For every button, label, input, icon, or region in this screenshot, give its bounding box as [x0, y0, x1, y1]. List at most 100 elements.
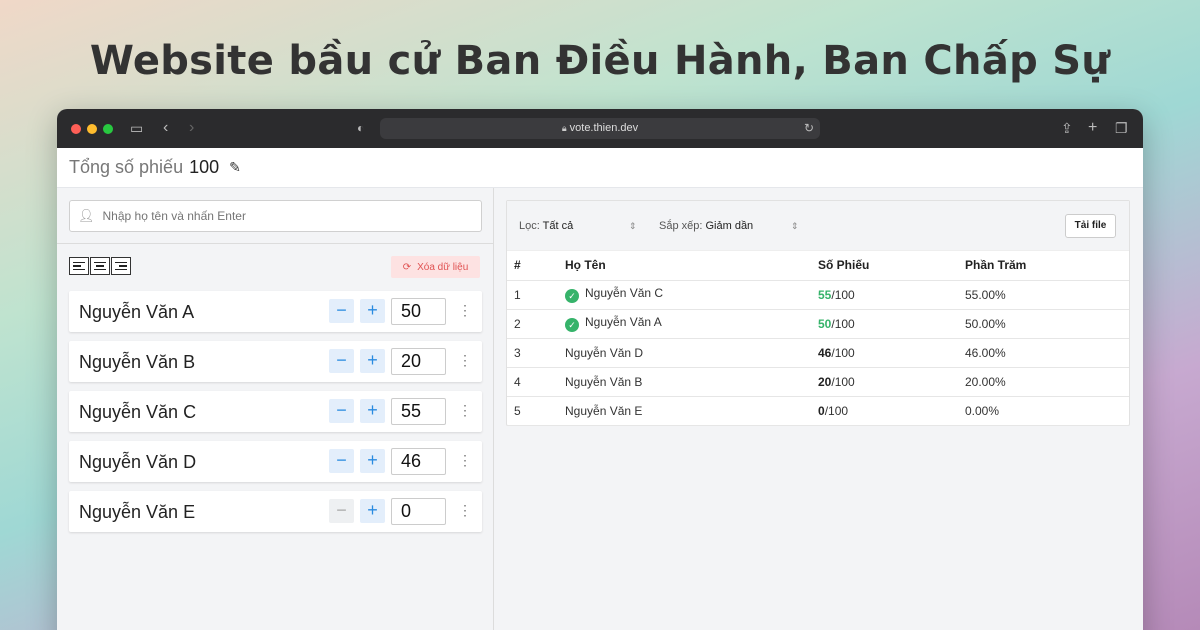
- more-options-icon[interactable]: ⋮: [458, 500, 472, 520]
- back-icon[interactable]: ‹: [163, 120, 168, 136]
- more-options-icon[interactable]: ⋮: [458, 300, 472, 320]
- candidate-row: Nguyễn Văn E − + 0 ⋮: [69, 491, 482, 532]
- total-votes-bar: Tổng số phiếu 100 ✎: [57, 148, 1143, 188]
- vote-count-input[interactable]: 50: [391, 298, 446, 325]
- vote-count: 50: [818, 316, 832, 331]
- vote-count-input[interactable]: 20: [391, 348, 446, 375]
- close-window-button[interactable]: [71, 124, 81, 134]
- page-headline: Website bầu cử Ban Điều Hành, Ban Chấp S…: [89, 38, 1111, 84]
- download-file-button[interactable]: Tải file: [1065, 214, 1116, 238]
- percent-cell: 20.00%: [965, 367, 1129, 397]
- browser-window: ▭ ‹ › ◐ 🔒︎ vote.thien.dev ↻ ⇪ + ❐ Tổng số…: [57, 109, 1143, 630]
- increment-button[interactable]: +: [360, 499, 385, 523]
- result-name: Nguyễn Văn A: [585, 315, 662, 329]
- align-center-icon[interactable]: [90, 257, 110, 275]
- sort-label: Sắp xếp:: [659, 220, 703, 232]
- more-options-icon[interactable]: ⋮: [458, 400, 472, 420]
- vote-count-input[interactable]: 0: [391, 498, 446, 525]
- candidate-row: Nguyễn Văn B − + 20 ⋮: [69, 341, 482, 382]
- check-icon: ✓: [565, 318, 579, 332]
- vote-total: /100: [831, 316, 855, 331]
- name-cell: Nguyễn Văn B: [565, 367, 818, 397]
- decrement-button[interactable]: −: [329, 499, 354, 523]
- filter-select[interactable]: Lọc: Tất cả ⇕: [519, 220, 639, 232]
- zoom-window-button[interactable]: [103, 124, 113, 134]
- lock-icon: 🔒︎: [561, 123, 567, 133]
- increment-button[interactable]: +: [360, 449, 385, 473]
- table-row: 5 Nguyễn Văn E 0/100 0.00%: [507, 396, 1129, 426]
- select-arrows-icon: ⇕: [791, 221, 799, 231]
- alignment-group: [69, 257, 132, 275]
- decrement-button[interactable]: −: [329, 349, 354, 373]
- sidebar-icon[interactable]: ▭: [130, 120, 143, 136]
- reload-icon[interactable]: ↻: [804, 118, 814, 139]
- vote-total: /100: [831, 345, 855, 360]
- results-panel: Lọc: Tất cả ⇕ Sắp xếp: Giảm dần ⇕ Tải fi…: [506, 200, 1130, 426]
- name-input[interactable]: [102, 209, 473, 223]
- minimize-window-button[interactable]: [87, 124, 97, 134]
- vote-count-input[interactable]: 46: [391, 448, 446, 475]
- clear-data-label: Xóa dữ liệu: [417, 261, 469, 273]
- column-header: Số Phiếu: [818, 251, 965, 281]
- share-icon[interactable]: ⇪: [1061, 120, 1073, 136]
- decrement-button[interactable]: −: [329, 299, 354, 323]
- name-cell: ✓ Nguyễn Văn A: [565, 309, 818, 339]
- vote-total: /100: [831, 287, 855, 302]
- votes-cell: 46/100: [818, 338, 965, 368]
- percent-cell: 55.00%: [965, 280, 1129, 310]
- filter-label: Lọc:: [519, 220, 540, 232]
- sort-value: Giảm dần: [705, 220, 754, 232]
- percent-cell: 50.00%: [965, 309, 1129, 339]
- decrement-button[interactable]: −: [329, 399, 354, 423]
- filter-value: Tất cả: [542, 220, 574, 232]
- name-cell: ✓ Nguyễn Văn C: [565, 280, 818, 310]
- candidate-row: Nguyễn Văn D − + 46 ⋮: [69, 441, 482, 482]
- results-area: Lọc: Tất cả ⇕ Sắp xếp: Giảm dần ⇕ Tải fi…: [494, 188, 1143, 630]
- rank-cell: 4: [507, 367, 565, 397]
- results-table: # Họ Tên Số Phiếu Phần Trăm 1 ✓ Nguyễn Vă…: [507, 251, 1129, 426]
- filter-bar: Lọc: Tất cả ⇕ Sắp xếp: Giảm dần ⇕ Tải fi…: [507, 201, 1129, 251]
- table-row: 3 Nguyễn Văn D 46/100 46.00%: [507, 338, 1129, 368]
- more-options-icon[interactable]: ⋮: [458, 350, 472, 370]
- votes-cell: 20/100: [818, 367, 965, 397]
- votes-cell: 55/100: [818, 280, 965, 310]
- vote-total: /100: [824, 403, 849, 418]
- rank-cell: 1: [507, 280, 565, 310]
- table-row: 1 ✓ Nguyễn Văn C 55/100 55.00%: [507, 280, 1129, 310]
- search-field[interactable]: 👤︎: [69, 200, 482, 232]
- rank-cell: 2: [507, 309, 565, 339]
- forward-icon[interactable]: ›: [189, 120, 194, 136]
- candidate-name: Nguyễn Văn D: [79, 452, 197, 472]
- url-text: vote.thien.dev: [569, 122, 639, 134]
- increment-button[interactable]: +: [360, 349, 385, 373]
- address-bar[interactable]: 🔒︎ vote.thien.dev ↻: [380, 118, 820, 139]
- align-left-icon[interactable]: [69, 257, 89, 275]
- new-tab-icon[interactable]: +: [1088, 120, 1097, 136]
- user-icon: 👤︎: [78, 208, 95, 223]
- total-votes-label: Tổng số phiếu: [69, 157, 184, 177]
- candidate-row: Nguyễn Văn C − + 55 ⋮: [69, 391, 482, 432]
- tabs-overview-icon[interactable]: ❐: [1115, 120, 1128, 136]
- decrement-button[interactable]: −: [329, 449, 354, 473]
- increment-button[interactable]: +: [360, 299, 385, 323]
- select-arrows-icon: ⇕: [629, 221, 637, 231]
- align-right-icon[interactable]: [111, 257, 131, 275]
- more-options-icon[interactable]: ⋮: [458, 450, 472, 470]
- table-row: 4 Nguyễn Văn B 20/100 20.00%: [507, 367, 1129, 397]
- table-header-row: # Họ Tên Số Phiếu Phần Trăm: [507, 251, 1129, 281]
- shield-icon[interactable]: ◐: [357, 120, 364, 136]
- percent-cell: 46.00%: [965, 338, 1129, 368]
- check-icon: ✓: [565, 289, 579, 303]
- candidate-editor-panel: 👤︎ ⟳ Xóa dữ liệu Nguyễn Văn A − +: [57, 188, 494, 630]
- browser-titlebar: ▭ ‹ › ◐ 🔒︎ vote.thien.dev ↻ ⇪ + ❐: [57, 109, 1143, 148]
- result-name: Nguyễn Văn C: [585, 286, 664, 300]
- edit-icon[interactable]: ✎: [229, 159, 241, 176]
- votes-cell: 50/100: [818, 309, 965, 339]
- increment-button[interactable]: +: [360, 399, 385, 423]
- votes-cell: 0/100: [818, 396, 965, 426]
- candidate-name: Nguyễn Văn C: [79, 402, 197, 422]
- clear-data-button[interactable]: ⟳ Xóa dữ liệu: [391, 256, 480, 278]
- vote-total: /100: [831, 374, 855, 389]
- vote-count-input[interactable]: 55: [391, 398, 446, 425]
- sort-select[interactable]: Sắp xếp: Giảm dần ⇕: [659, 220, 804, 232]
